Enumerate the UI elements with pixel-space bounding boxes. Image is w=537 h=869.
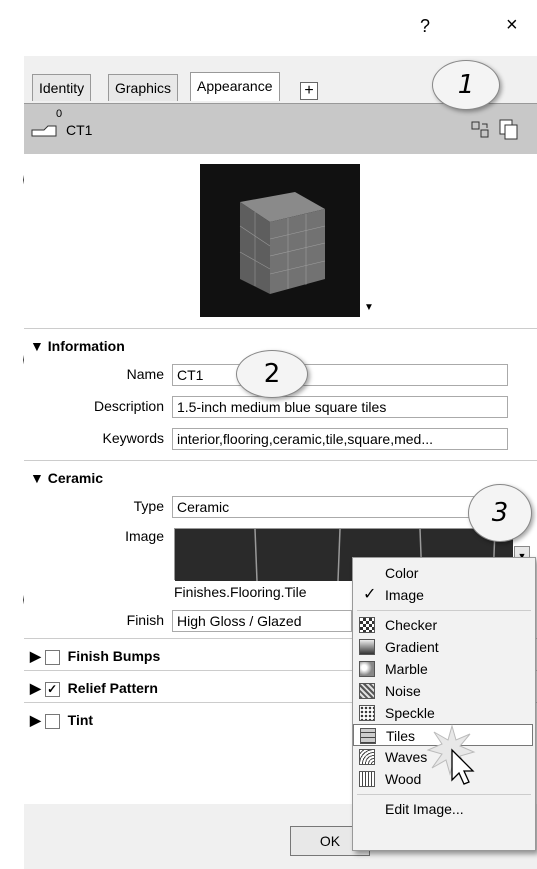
menu-item-edit-image[interactable]: Edit Image... <box>353 798 535 820</box>
relief-pattern-label: Relief Pattern <box>67 680 158 696</box>
close-button[interactable]: × <box>506 14 518 37</box>
menu-item-checker[interactable]: Checker <box>353 614 535 636</box>
finish-select[interactable]: High Gloss / Glazed <box>172 610 352 632</box>
name-field[interactable]: CT1 <box>172 364 508 386</box>
menu-item-gradient[interactable]: Gradient <box>353 636 535 658</box>
title-bar: ? × <box>24 0 537 56</box>
menu-separator <box>357 794 531 795</box>
waves-icon <box>359 749 375 765</box>
material-name: CT1 <box>66 122 93 138</box>
menu-separator <box>357 610 531 611</box>
menu-item-image[interactable]: ✓ Image <box>353 584 535 606</box>
keywords-field[interactable]: interior,flooring,ceramic,tile,square,me… <box>172 428 508 450</box>
header-tools <box>471 119 518 140</box>
keywords-label: Keywords <box>102 430 164 446</box>
callout-2: 2 <box>236 350 308 398</box>
swap-icon[interactable] <box>471 121 489 138</box>
speckle-icon <box>359 705 375 721</box>
image-file-name: Finishes.Flooring.Tile <box>174 584 307 600</box>
information-heading[interactable]: ▼ Information <box>30 338 125 354</box>
dialog-window: ? × Identity Graphics Appearance + 0 CT1 <box>24 0 537 869</box>
image-label: Image <box>125 528 164 544</box>
tint-label: Tint <box>67 712 94 728</box>
finish-bumps-row[interactable]: ▶ Finish Bumps <box>30 648 160 665</box>
add-tab-button[interactable]: + <box>300 82 318 100</box>
type-label: Type <box>133 498 164 514</box>
help-button[interactable]: ? <box>420 16 430 37</box>
expand-arrow-icon[interactable]: ▶ <box>30 680 41 696</box>
callout-1: 1 <box>432 60 500 110</box>
tab-graphics[interactable]: Graphics <box>108 74 179 101</box>
tiles-icon <box>360 728 376 744</box>
menu-item-marble[interactable]: Marble <box>353 658 535 680</box>
menu-item-noise[interactable]: Noise <box>353 680 535 702</box>
cursor-icon <box>426 724 476 785</box>
tint-row[interactable]: ▶ Tint <box>30 712 93 729</box>
description-field[interactable]: 1.5-inch medium blue square tiles <box>172 396 508 418</box>
tint-checkbox[interactable] <box>44 713 60 729</box>
type-select[interactable]: Ceramic <box>172 496 508 518</box>
image-type-menu: Color ✓ Image Checker Gradient Marble No… <box>352 557 536 851</box>
noise-icon <box>359 683 375 699</box>
divider <box>24 460 537 461</box>
menu-item-color[interactable]: Color <box>353 562 535 584</box>
tab-appearance[interactable]: Appearance <box>190 72 280 101</box>
expand-arrow-icon[interactable]: ▶ <box>30 712 41 728</box>
gradient-icon <box>359 639 375 655</box>
checkmark-icon: ✓ <box>363 586 377 603</box>
relief-pattern-checkbox[interactable]: ✓ <box>44 681 60 697</box>
checker-icon <box>359 617 375 633</box>
preview-dropdown-icon[interactable]: ▼ <box>364 302 374 313</box>
material-preview[interactable] <box>200 164 360 317</box>
material-header: 0 CT1 <box>24 103 537 154</box>
marble-icon <box>359 661 375 677</box>
ceramic-heading[interactable]: ▼ Ceramic <box>30 470 103 486</box>
divider <box>24 328 537 329</box>
expand-arrow-icon[interactable]: ▶ <box>30 648 41 664</box>
finish-label: Finish <box>126 612 164 628</box>
menu-item-speckle[interactable]: Speckle <box>353 702 535 724</box>
relief-pattern-row[interactable]: ▶ ✓ Relief Pattern <box>30 680 158 697</box>
callout-3: 3 <box>468 484 532 542</box>
instance-count: 0 <box>56 108 63 120</box>
name-label: Name <box>126 366 164 382</box>
finish-bumps-label: Finish Bumps <box>67 648 161 664</box>
wood-icon <box>359 771 375 787</box>
tab-identity[interactable]: Identity <box>32 74 92 101</box>
finish-bumps-checkbox[interactable] <box>44 649 60 665</box>
description-label: Description <box>93 398 164 414</box>
copy-icon[interactable] <box>499 119 518 140</box>
